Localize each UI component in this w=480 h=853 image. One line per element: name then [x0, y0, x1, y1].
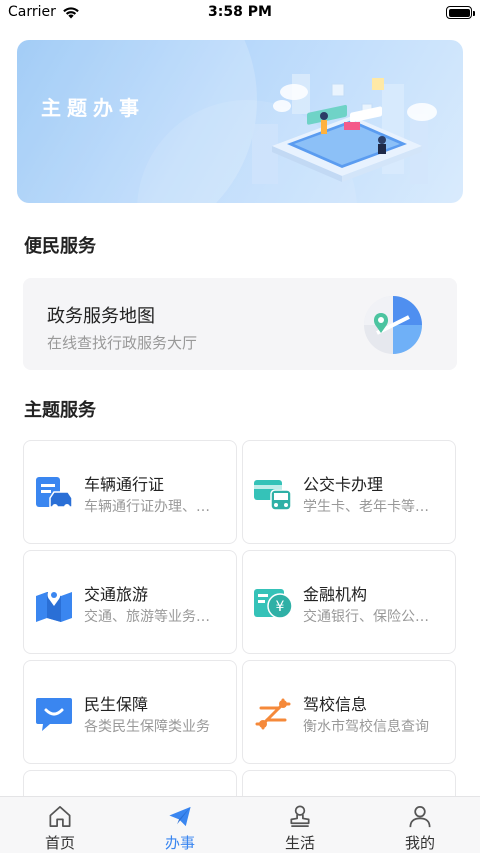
tab-label: 首页 — [44, 834, 75, 852]
tab-me[interactable]: 我的 — [360, 797, 480, 853]
map-card-title: 政务服务地图 — [47, 306, 155, 327]
svg-text:¥: ¥ — [276, 599, 285, 615]
finance-icon: ¥ — [254, 589, 293, 619]
service-desc: 各类民生保障类业务 — [84, 719, 210, 735]
driving-school-icon — [255, 698, 291, 730]
tab-label: 我的 — [404, 834, 435, 852]
tab-label: 生活 — [284, 834, 315, 852]
tab-home[interactable]: 首页 — [0, 797, 120, 853]
map-card-subtitle: 在线查找行政服务大厅 — [47, 334, 198, 352]
city-illustration-icon — [252, 74, 437, 184]
service-name: 民生保障 — [84, 695, 149, 714]
travel-map-icon — [36, 588, 72, 622]
stamp-icon — [290, 805, 310, 828]
service-name: 车辆通行证 — [84, 475, 165, 494]
bus-card-icon — [254, 480, 292, 511]
service-card-bus-card[interactable]: 公交卡办理 学生卡、老年卡等… — [242, 440, 456, 544]
tab-services[interactable]: 办事 — [120, 797, 240, 853]
service-card-driving-school[interactable]: 驾校信息 衡水市驾校信息查询 — [242, 660, 456, 764]
topics-section-title: 主题服务 — [24, 400, 96, 421]
convenience-section-title: 便民服务 — [24, 236, 96, 257]
service-desc: 学生卡、老年卡等… — [303, 499, 429, 515]
service-card-travel[interactable]: 交通旅游 交通、旅游等业务… — [23, 550, 237, 654]
tab-label: 办事 — [164, 834, 195, 852]
app-screen: Carrier 3:58 PM 主题办事 便民服务 政务服务地图 在线查找行政服… — [0, 0, 480, 853]
service-desc: 交通、旅游等业务… — [84, 609, 210, 625]
service-name: 交通旅游 — [84, 585, 149, 604]
map-pin-icon — [364, 296, 422, 354]
service-card-livelihood[interactable]: 民生保障 各类民生保障类业务 — [23, 660, 237, 764]
status-time: 3:58 PM — [208, 4, 272, 20]
service-map-card[interactable]: 政务服务地图 在线查找行政服务大厅 — [23, 278, 457, 370]
service-card-vehicle-pass[interactable]: 车辆通行证 车辆通行证办理、… — [23, 440, 237, 544]
banner-title: 主题办事 — [41, 96, 145, 120]
service-name: 公交卡办理 — [303, 475, 384, 494]
tab-life[interactable]: 生活 — [240, 797, 360, 853]
service-name: 金融机构 — [303, 585, 368, 604]
service-desc: 车辆通行证办理、… — [84, 499, 210, 515]
topic-banner[interactable]: 主题办事 — [17, 40, 463, 203]
tab-bar: 首页 办事 生活 我的 — [0, 796, 480, 853]
service-card-finance[interactable]: ¥ 金融机构 交通银行、保险公… — [242, 550, 456, 654]
chat-smile-icon — [36, 698, 72, 731]
battery-icon — [446, 6, 475, 19]
paper-plane-icon — [169, 806, 191, 827]
home-icon — [49, 805, 71, 828]
status-bar: Carrier 3:58 PM — [0, 0, 480, 26]
vehicle-pass-icon — [36, 477, 73, 510]
service-desc: 交通银行、保险公… — [303, 609, 429, 625]
service-name: 驾校信息 — [303, 695, 368, 714]
user-icon — [409, 805, 431, 828]
service-desc: 衡水市驾校信息查询 — [303, 719, 429, 735]
